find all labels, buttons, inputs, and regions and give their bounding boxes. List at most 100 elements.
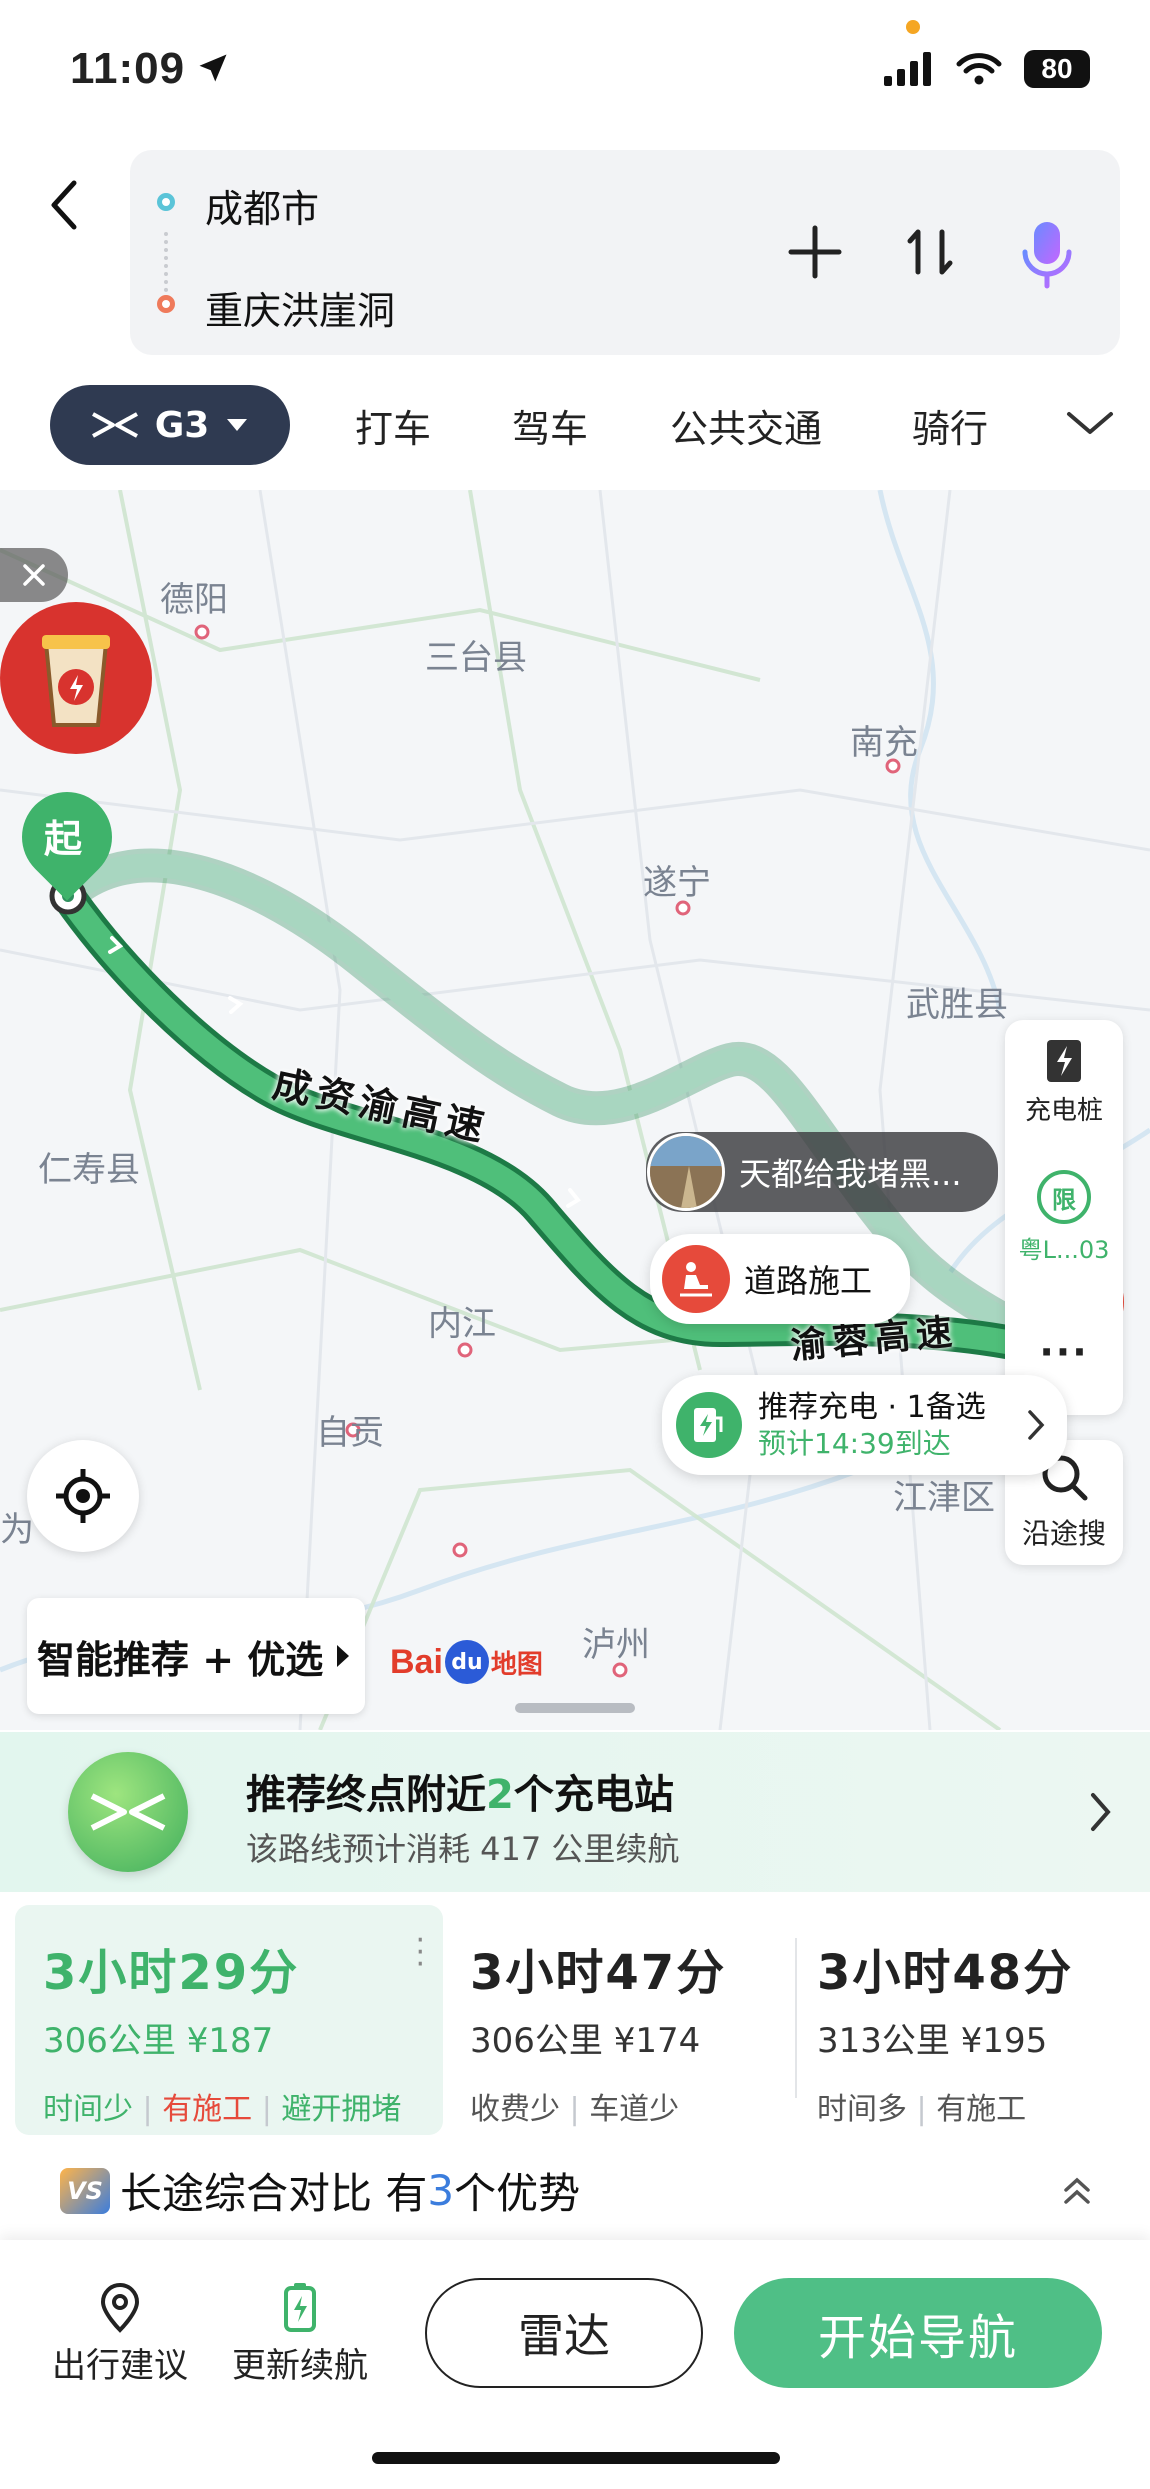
- charge-banner-count: 2: [486, 1772, 514, 1818]
- update-range-label: 更新续航: [232, 2346, 368, 2386]
- worker-icon: [680, 1262, 712, 1297]
- locate-me-button[interactable]: [27, 1440, 139, 1552]
- route-divider: [795, 1938, 797, 2098]
- location-arrow-icon: [199, 54, 227, 82]
- city-label: 自贡: [316, 1413, 384, 1453]
- charge-banner-title-pre: 推荐终点附近: [246, 1772, 486, 1818]
- baidu-map-logo: Bai du 地图: [390, 1640, 543, 1684]
- charge-banner-title: 推荐终点附近2个充电站: [246, 1762, 674, 1820]
- route-tag: 有施工: [162, 2092, 253, 2127]
- radar-button[interactable]: 雷达: [425, 2278, 703, 2388]
- signal-icon: [884, 52, 931, 86]
- road-work-label: 道路施工: [744, 1262, 873, 1300]
- xpeng-brand-icon: [68, 1752, 188, 1872]
- car-mode-label: G3: [154, 404, 210, 446]
- city-label: 南充: [850, 723, 918, 763]
- tab-bike[interactable]: 骑行: [912, 398, 988, 453]
- add-waypoint-icon[interactable]: [785, 222, 845, 282]
- route-tags: 时间少 | 有施工 | 避开拥堵: [43, 2092, 402, 2127]
- city-label: 仁寿县: [38, 1150, 140, 1190]
- city-label: 江津区: [893, 1478, 995, 1518]
- battery-indicator: 80: [1024, 50, 1090, 88]
- search-along-label: 沿途搜: [1021, 1517, 1106, 1550]
- city-label: 三台县: [425, 638, 527, 678]
- route-info: 306公里 ¥174: [470, 2021, 701, 2061]
- promo-badge[interactable]: [0, 602, 152, 754]
- tab-drive[interactable]: 驾车: [512, 398, 588, 453]
- route-tag: 时间少: [43, 2092, 133, 2127]
- update-range-button[interactable]: 更新续航: [220, 2282, 380, 2387]
- charge-rec-eta: 预计14:39到达: [758, 1427, 951, 1461]
- caret-down-icon: [227, 419, 248, 431]
- city-label: 泸州: [582, 1625, 650, 1665]
- route-tag: 收费少: [470, 2092, 560, 2127]
- route-connector: [164, 232, 168, 292]
- map-view[interactable]: 德阳 三台县 南充 遂宁 武胜县 仁寿县 内江 自贡 江津区 泸州 为 成资渝高…: [0, 490, 1150, 1730]
- home-indicator[interactable]: [372, 2452, 780, 2464]
- road-work-bubble[interactable]: 道路施工: [650, 1234, 910, 1324]
- license-plate-label: 粤L...03: [1018, 1236, 1110, 1264]
- travel-advice-label: 出行建议: [52, 2346, 188, 2386]
- start-navigation-button[interactable]: 开始导航: [734, 2278, 1102, 2388]
- privacy-indicator: [906, 20, 920, 34]
- route-option-1[interactable]: 3小时29分 306公里 ¥187 时间少 | 有施工 | 避开拥堵 · · ·: [15, 1905, 443, 2135]
- tab-taxi[interactable]: 打车: [355, 398, 431, 453]
- route-tags: 时间多 | 有施工: [817, 2092, 1027, 2127]
- xpeng-logo-icon: [90, 1793, 166, 1831]
- charge-station-button[interactable]: 充电桩: [1005, 1038, 1123, 1127]
- location-pin-icon: [100, 2283, 140, 2333]
- route-time: 3小时47分: [470, 1945, 727, 2001]
- license-limit-button[interactable]: 限 粤L...03: [1005, 1170, 1123, 1265]
- charger-icon: [694, 1408, 723, 1442]
- construction-icon: [662, 1245, 730, 1313]
- logo-ditu: 地图: [490, 1649, 543, 1680]
- route-more-icon[interactable]: · · ·: [415, 1926, 425, 1980]
- road-photo-icon: [650, 1136, 722, 1208]
- compare-count: 3: [427, 2166, 455, 2215]
- double-chevron-up-icon[interactable]: [1062, 2174, 1092, 2208]
- city-label: 德阳: [160, 580, 228, 620]
- user-report-bubble[interactable]: 天都给我堵黑...: [646, 1132, 998, 1212]
- compare-text-post: 个优势: [454, 2169, 581, 2218]
- long-trip-compare[interactable]: VS 长途综合对比 有 3 个优势: [60, 2160, 580, 2221]
- city-label: 武胜县: [906, 985, 1008, 1025]
- tab-transit[interactable]: 公共交通: [670, 398, 822, 453]
- route-option-2[interactable]: 3小时47分 306公里 ¥174 收费少 | 车道少: [470, 1905, 785, 2135]
- coffee-cup-icon: [42, 635, 110, 727]
- status-right: 80: [884, 50, 1090, 88]
- route-time: 3小时29分: [43, 1945, 300, 2001]
- travel-advice-button[interactable]: 出行建议: [40, 2282, 200, 2387]
- logo-bai: Bai: [390, 1642, 443, 1681]
- smart-recommend-label: 智能推荐 + 优选: [37, 1637, 324, 1682]
- report-thumbnail: [647, 1133, 725, 1211]
- swap-icon[interactable]: [900, 222, 960, 282]
- car-mode-pill[interactable]: G3: [50, 385, 290, 465]
- logo-paw: du: [444, 1640, 489, 1684]
- charge-rec-title: 推荐充电 · 1备选: [758, 1389, 986, 1425]
- voice-mic-icon[interactable]: [1015, 218, 1079, 290]
- close-icon: [23, 564, 45, 586]
- route-option-3[interactable]: 3小时48分 313公里 ¥195 时间多 | 有施工: [817, 1905, 1137, 2135]
- route-tag: 避开拥堵: [281, 2092, 402, 2127]
- back-icon[interactable]: [44, 175, 84, 235]
- compare-text-pre: 长途综合对比 有: [120, 2169, 428, 2218]
- city-label: 遂宁: [643, 863, 711, 903]
- chevron-right-icon: [1091, 1793, 1111, 1831]
- charge-station-banner[interactable]: 推荐终点附近2个充电站 该路线预计消耗 417 公里续航: [0, 1732, 1150, 1892]
- destination-field[interactable]: 重庆洪崖洞: [205, 280, 395, 335]
- route-tag: 有施工: [936, 2092, 1027, 2127]
- smart-recommend-button[interactable]: 智能推荐 + 优选: [27, 1598, 365, 1714]
- origin-field[interactable]: 成都市: [205, 178, 319, 233]
- more-options-icon[interactable]: ···: [1005, 1330, 1123, 1374]
- report-text: 天都给我堵黑...: [739, 1155, 962, 1193]
- close-ad-button[interactable]: [0, 548, 68, 602]
- sheet-drag-handle[interactable]: [515, 1703, 635, 1713]
- map-canvas: [0, 490, 1150, 1730]
- route-tag: 车道少: [589, 2092, 680, 2127]
- chevron-down-icon[interactable]: [1065, 408, 1115, 438]
- wifi-icon: [956, 53, 1002, 85]
- charge-recommend-bubble[interactable]: 推荐充电 · 1备选 预计14:39到达: [662, 1375, 1067, 1475]
- status-time: 11:09: [70, 44, 186, 93]
- city-label: 内江: [428, 1304, 496, 1344]
- charge-banner-subtitle: 该路线预计消耗 417 公里续航: [246, 1830, 680, 1868]
